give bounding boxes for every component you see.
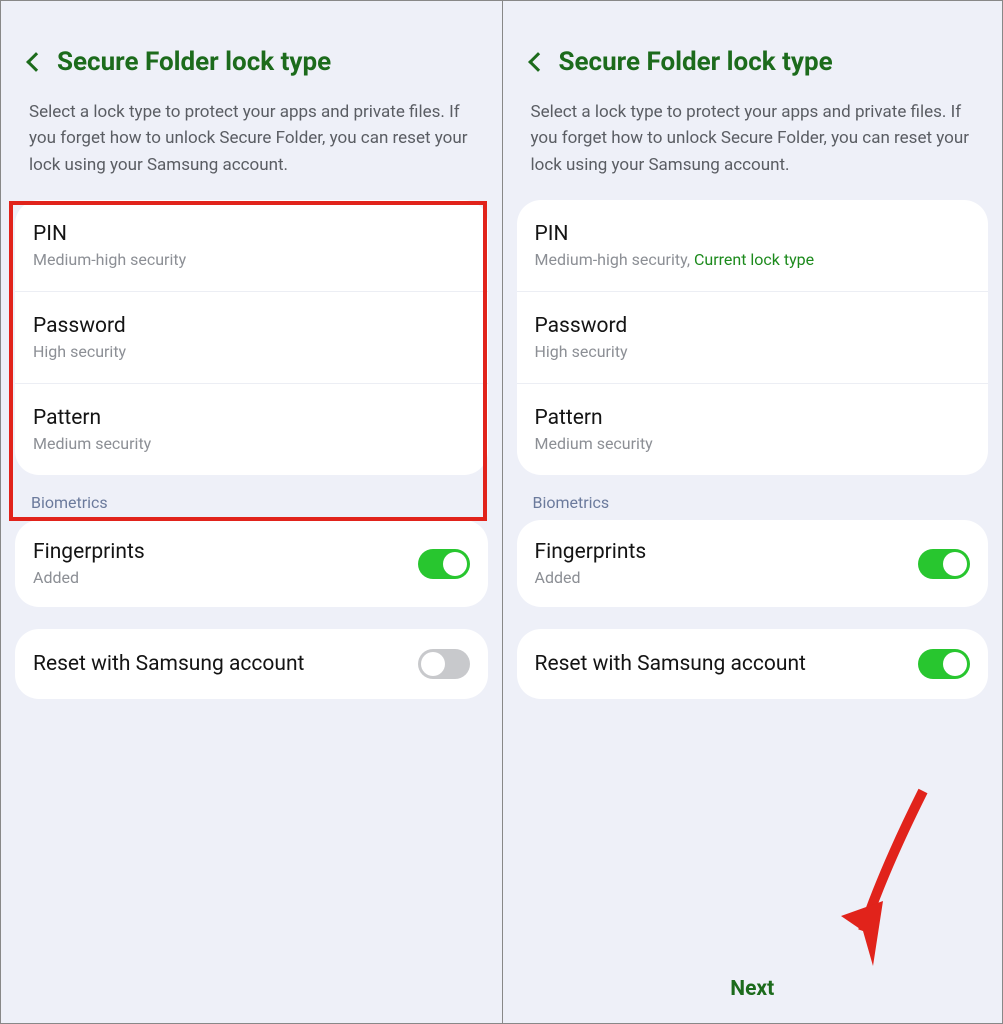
annotation-arrow-icon (823, 781, 943, 981)
next-button[interactable]: Next (503, 977, 1003, 1001)
lock-type-list: PIN Medium-high security, Current lock t… (517, 200, 989, 475)
back-icon[interactable] (528, 52, 548, 72)
fingerprints-row[interactable]: Fingerprints Added (15, 520, 488, 607)
reset-samsung-toggle[interactable] (918, 649, 970, 679)
fingerprints-row[interactable]: Fingerprints Added (517, 520, 989, 607)
lock-type-pin[interactable]: PIN Medium-high security, Current lock t… (517, 200, 989, 292)
lock-type-password[interactable]: Password High security (517, 292, 989, 384)
page-title: Secure Folder lock type (559, 47, 833, 77)
lock-type-pattern[interactable]: Pattern Medium security (517, 384, 989, 475)
lock-type-pin[interactable]: PIN Medium-high security (15, 200, 488, 292)
biometrics-section-label: Biometrics (1, 475, 502, 520)
lock-type-password[interactable]: Password High security (15, 292, 488, 384)
fingerprints-toggle[interactable] (918, 549, 970, 579)
lock-type-pattern[interactable]: Pattern Medium security (15, 384, 488, 475)
header: Secure Folder lock type (1, 1, 502, 99)
screenshot-right: Secure Folder lock type Select a lock ty… (502, 1, 1003, 1023)
page-title: Secure Folder lock type (57, 47, 331, 77)
biometrics-section-label: Biometrics (503, 475, 1003, 520)
page-description: Select a lock type to protect your apps … (503, 99, 1003, 200)
reset-samsung-toggle[interactable] (418, 649, 470, 679)
reset-samsung-row[interactable]: Reset with Samsung account (15, 629, 488, 699)
header: Secure Folder lock type (503, 1, 1003, 99)
screenshot-left: Secure Folder lock type Select a lock ty… (1, 1, 502, 1023)
reset-samsung-row[interactable]: Reset with Samsung account (517, 629, 989, 699)
current-lock-badge: Current lock type (694, 250, 814, 269)
page-description: Select a lock type to protect your apps … (1, 99, 502, 200)
back-icon[interactable] (26, 52, 46, 72)
lock-type-list: PIN Medium-high security Password High s… (15, 200, 488, 475)
fingerprints-toggle[interactable] (418, 549, 470, 579)
